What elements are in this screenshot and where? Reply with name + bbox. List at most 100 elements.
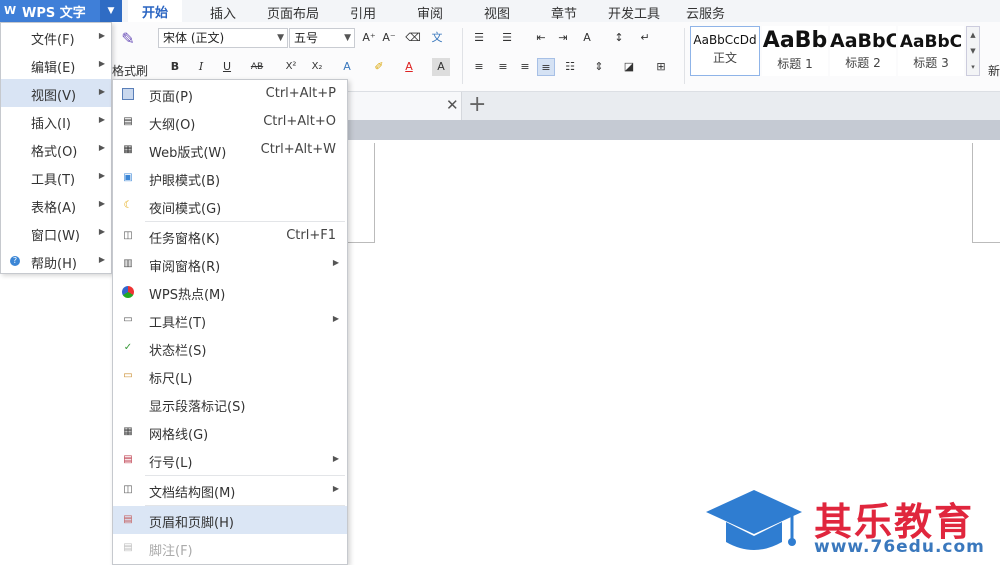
tab-page-layout[interactable]: 页面布局 bbox=[267, 3, 319, 22]
borders-icon[interactable]: ⊞ bbox=[652, 58, 670, 76]
menu-item-window[interactable]: 窗口(W) ▶ bbox=[1, 219, 111, 247]
clear-format-icon[interactable]: ⌫ bbox=[404, 29, 422, 47]
submenu-item-eye-protection[interactable]: ▣ 护眼模式(B) bbox=[113, 164, 347, 192]
bold-button[interactable]: B bbox=[166, 58, 184, 76]
shortcut-label: Ctrl+Alt+W bbox=[260, 142, 336, 157]
menu-item-insert[interactable]: 插入(I) ▶ bbox=[1, 107, 111, 135]
underline-button[interactable]: U bbox=[218, 58, 236, 76]
style-name: 标题 1 bbox=[777, 57, 813, 71]
style-heading-2[interactable]: AaBbC 标题 2 bbox=[830, 26, 896, 76]
chevron-right-icon: ▶ bbox=[332, 484, 339, 493]
submenu-item-outline[interactable]: ▤ 大纲(O) Ctrl+Alt+O bbox=[113, 108, 347, 136]
char-shading-icon[interactable]: A bbox=[432, 58, 450, 76]
ruler-icon: ▭ bbox=[123, 370, 133, 381]
menu-item-label: 插入(I) bbox=[31, 117, 71, 132]
submenu-item-review-pane[interactable]: ▥ 审阅窗格(R) ▶ bbox=[113, 250, 347, 278]
paragraph-shading-icon[interactable]: ◪ bbox=[620, 58, 638, 76]
wps-logo-icon: W bbox=[4, 4, 17, 17]
menu-item-format[interactable]: 格式(O) ▶ bbox=[1, 135, 111, 163]
phonetic-guide-icon[interactable]: 文 bbox=[428, 29, 446, 47]
numbered-list-icon[interactable]: ☰ bbox=[498, 29, 516, 47]
style-name: 正文 bbox=[712, 51, 737, 65]
submenu-item-label: 网格线(G) bbox=[149, 428, 209, 443]
decrease-font-icon[interactable]: A⁻ bbox=[380, 29, 398, 47]
text-effect-icon[interactable]: A bbox=[338, 58, 356, 76]
format-painter-label[interactable]: 格式刷 bbox=[112, 62, 148, 79]
submenu-item-ruler[interactable]: ▭ 标尺(L) bbox=[113, 362, 347, 390]
menu-item-table[interactable]: 表格(A) ▶ bbox=[1, 191, 111, 219]
tab-review[interactable]: 审阅 bbox=[417, 3, 443, 22]
app-dropdown-menu: 文件(F) ▶ 编辑(E) ▶ 视图(V) ▶ 插入(I) ▶ 格式(O) ▶ 工具(T)… bbox=[0, 22, 112, 274]
page-view-icon bbox=[122, 88, 134, 100]
chevron-down-icon[interactable]: ▼ bbox=[100, 0, 122, 22]
highlight-icon[interactable]: ✐ bbox=[370, 58, 388, 76]
submenu-item-line-numbers[interactable]: ▤ 行号(L) ▶ bbox=[113, 446, 347, 474]
tab-home[interactable]: 开始 bbox=[128, 0, 183, 22]
submenu-item-wps-hotspot[interactable]: WPS热点(M) bbox=[113, 278, 347, 306]
subscript-button[interactable]: X₂ bbox=[308, 58, 326, 76]
tab-references[interactable]: 引用 bbox=[350, 3, 376, 22]
submenu-item-header-footer[interactable]: ▤ 页眉和页脚(H) bbox=[113, 506, 347, 534]
superscript-button[interactable]: X² bbox=[282, 58, 300, 76]
distributed-icon[interactable]: ☷ bbox=[561, 58, 579, 76]
align-right-icon[interactable]: ≡ bbox=[516, 58, 534, 76]
submenu-item-toolbar[interactable]: ▭ 工具栏(T) ▶ bbox=[113, 306, 347, 334]
wps-hotspot-icon bbox=[122, 286, 134, 298]
style-heading-1[interactable]: AaBb 标题 1 bbox=[762, 26, 828, 76]
font-size-select[interactable]: 五号 ▼ bbox=[289, 28, 355, 48]
tab-developer[interactable]: 开发工具 bbox=[608, 3, 660, 22]
style-normal[interactable]: AaBbCcDd 正文 bbox=[690, 26, 760, 76]
chevron-right-icon: ▶ bbox=[332, 314, 339, 323]
menu-item-edit[interactable]: 编辑(E) ▶ bbox=[1, 51, 111, 79]
font-color-icon[interactable]: A bbox=[400, 58, 418, 76]
style-heading-3[interactable]: AaBbC 标题 3 bbox=[898, 26, 964, 76]
style-name: 标题 2 bbox=[845, 56, 881, 70]
line-spacing-icon[interactable]: ⇕ bbox=[590, 58, 608, 76]
submenu-item-label: 护眼模式(B) bbox=[149, 174, 221, 189]
menu-item-file[interactable]: 文件(F) ▶ bbox=[1, 23, 111, 51]
justify-icon[interactable]: ≡ bbox=[537, 58, 555, 76]
submenu-item-night-mode[interactable]: ☾ 夜间模式(G) bbox=[113, 192, 347, 220]
chinese-layout-icon[interactable]: A bbox=[578, 29, 596, 47]
submenu-item-task-pane[interactable]: ◫ 任务窗格(K) Ctrl+F1 bbox=[113, 222, 347, 250]
tab-chapter[interactable]: 章节 bbox=[551, 3, 577, 22]
align-center-icon[interactable]: ≡ bbox=[494, 58, 512, 76]
style-preview: AaBbC bbox=[830, 30, 896, 52]
strikethrough-button[interactable]: AB bbox=[248, 58, 266, 76]
submenu-item-label: WPS热点(M) bbox=[149, 288, 226, 303]
font-name-select[interactable]: 宋体 (正文) ▼ bbox=[158, 28, 288, 48]
decrease-indent-icon[interactable]: ⇤ bbox=[532, 29, 550, 47]
increase-indent-icon[interactable]: ⇥ bbox=[554, 29, 572, 47]
new-style-label[interactable]: 新 bbox=[988, 62, 1000, 79]
wps-app-menu-button[interactable]: W WPS 文字 ▼ bbox=[0, 0, 122, 22]
menu-item-view[interactable]: 视图(V) ▶ bbox=[1, 79, 111, 107]
line-numbers-icon: ▤ bbox=[123, 454, 133, 465]
tab-insert[interactable]: 插入 bbox=[210, 3, 236, 22]
increase-font-icon[interactable]: A⁺ bbox=[360, 29, 378, 47]
submenu-item-status-bar[interactable]: ✓ 状态栏(S) bbox=[113, 334, 347, 362]
tab-view[interactable]: 视图 bbox=[484, 3, 510, 22]
submenu-item-paragraph-marks[interactable]: 显示段落标记(S) bbox=[113, 390, 347, 418]
italic-button[interactable]: I bbox=[192, 58, 210, 76]
submenu-item-label: 夜间模式(G) bbox=[149, 202, 222, 217]
submenu-item-document-map[interactable]: ◫ 文档结构图(M) ▶ bbox=[113, 476, 347, 504]
menu-item-help[interactable]: ? 帮助(H) ▶ bbox=[1, 247, 111, 275]
eye-protection-icon: ▣ bbox=[123, 172, 133, 183]
sort-icon[interactable]: ↕ bbox=[610, 29, 628, 47]
submenu-item-web-layout[interactable]: ▦ Web版式(W) Ctrl+Alt+W bbox=[113, 136, 347, 164]
bullet-list-icon[interactable]: ☰ bbox=[470, 29, 488, 47]
submenu-item-gridlines[interactable]: ▦ 网格线(G) bbox=[113, 418, 347, 446]
close-icon[interactable]: ✕ bbox=[446, 96, 459, 114]
menu-item-tools[interactable]: 工具(T) ▶ bbox=[1, 163, 111, 191]
submenu-item-footnote[interactable]: ▤ 脚注(F) bbox=[113, 534, 347, 562]
show-marks-icon[interactable]: ↵ bbox=[636, 29, 654, 47]
align-left-icon[interactable]: ≡ bbox=[470, 58, 488, 76]
help-icon: ? bbox=[10, 256, 20, 266]
brush-icon[interactable]: ✎ bbox=[118, 30, 138, 52]
chevron-right-icon: ▶ bbox=[98, 143, 105, 152]
chevron-down-icon: ▼ bbox=[344, 33, 351, 43]
new-tab-icon[interactable]: + bbox=[468, 92, 486, 117]
tab-cloud-service[interactable]: 云服务 bbox=[686, 3, 725, 22]
styles-scroll[interactable]: ▲ ▼ ▾ bbox=[966, 26, 980, 76]
submenu-item-page[interactable]: 页面(P) Ctrl+Alt+P bbox=[113, 80, 347, 108]
